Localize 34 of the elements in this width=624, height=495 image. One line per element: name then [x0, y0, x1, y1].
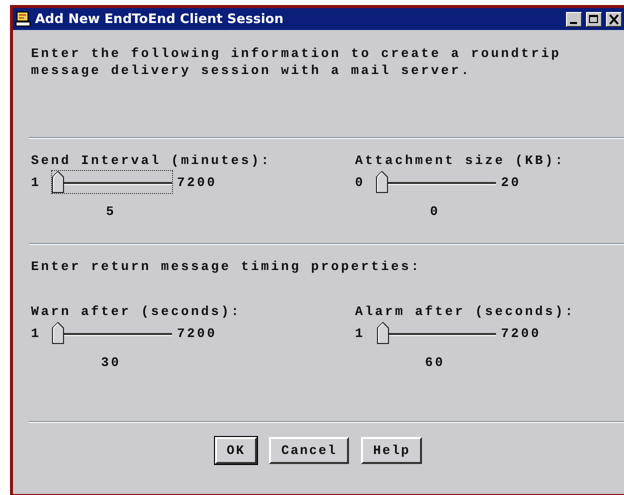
max-label: 7200 [501, 326, 542, 340]
slider-thumb[interactable] [376, 322, 389, 344]
min-label: 1 [31, 174, 42, 190]
slider-thumb[interactable] [52, 171, 64, 193]
intro-text: Enter the following information to create a roundtrip message delivery session with a mail server. [31, 45, 562, 80]
max-label: 7200 [177, 326, 218, 340]
slider-track[interactable] [51, 321, 173, 345]
slider-label: Alarm after (seconds): [355, 304, 576, 319]
slider-thumb[interactable] [52, 322, 64, 344]
dialog-button[interactable]: Cancel [269, 437, 350, 464]
minimize-icon[interactable] [566, 12, 582, 26]
maximize-icon[interactable] [586, 12, 602, 26]
min-label: 1 [355, 326, 366, 340]
window-title: Add New EndToEnd Client Session [35, 12, 284, 26]
app-icon [15, 11, 31, 27]
slider-track[interactable] [375, 170, 497, 194]
dialog-button[interactable]: Help [361, 437, 422, 464]
slider-track[interactable] [375, 321, 497, 345]
slider-value: 30 [100, 355, 122, 370]
slider-label: Send Interval (minutes): [31, 153, 272, 168]
section-heading: Enter return message timing properties: [31, 259, 422, 274]
max-label: 20 [501, 174, 522, 190]
min-label: 0 [355, 174, 366, 190]
slider-value: 60 [424, 355, 446, 370]
slider-thumb[interactable] [376, 171, 388, 193]
slider-value: 5 [104, 204, 117, 219]
slider-track[interactable] [51, 170, 173, 194]
max-label: 7200 [177, 174, 218, 190]
slider-value: 0 [428, 204, 441, 219]
slider-label: Warn after (seconds): [31, 304, 242, 319]
min-label: 1 [31, 326, 42, 340]
dialog-button[interactable]: OK [214, 437, 258, 464]
slider-label: Attachment size (KB): [355, 153, 566, 168]
close-icon[interactable] [606, 12, 622, 26]
